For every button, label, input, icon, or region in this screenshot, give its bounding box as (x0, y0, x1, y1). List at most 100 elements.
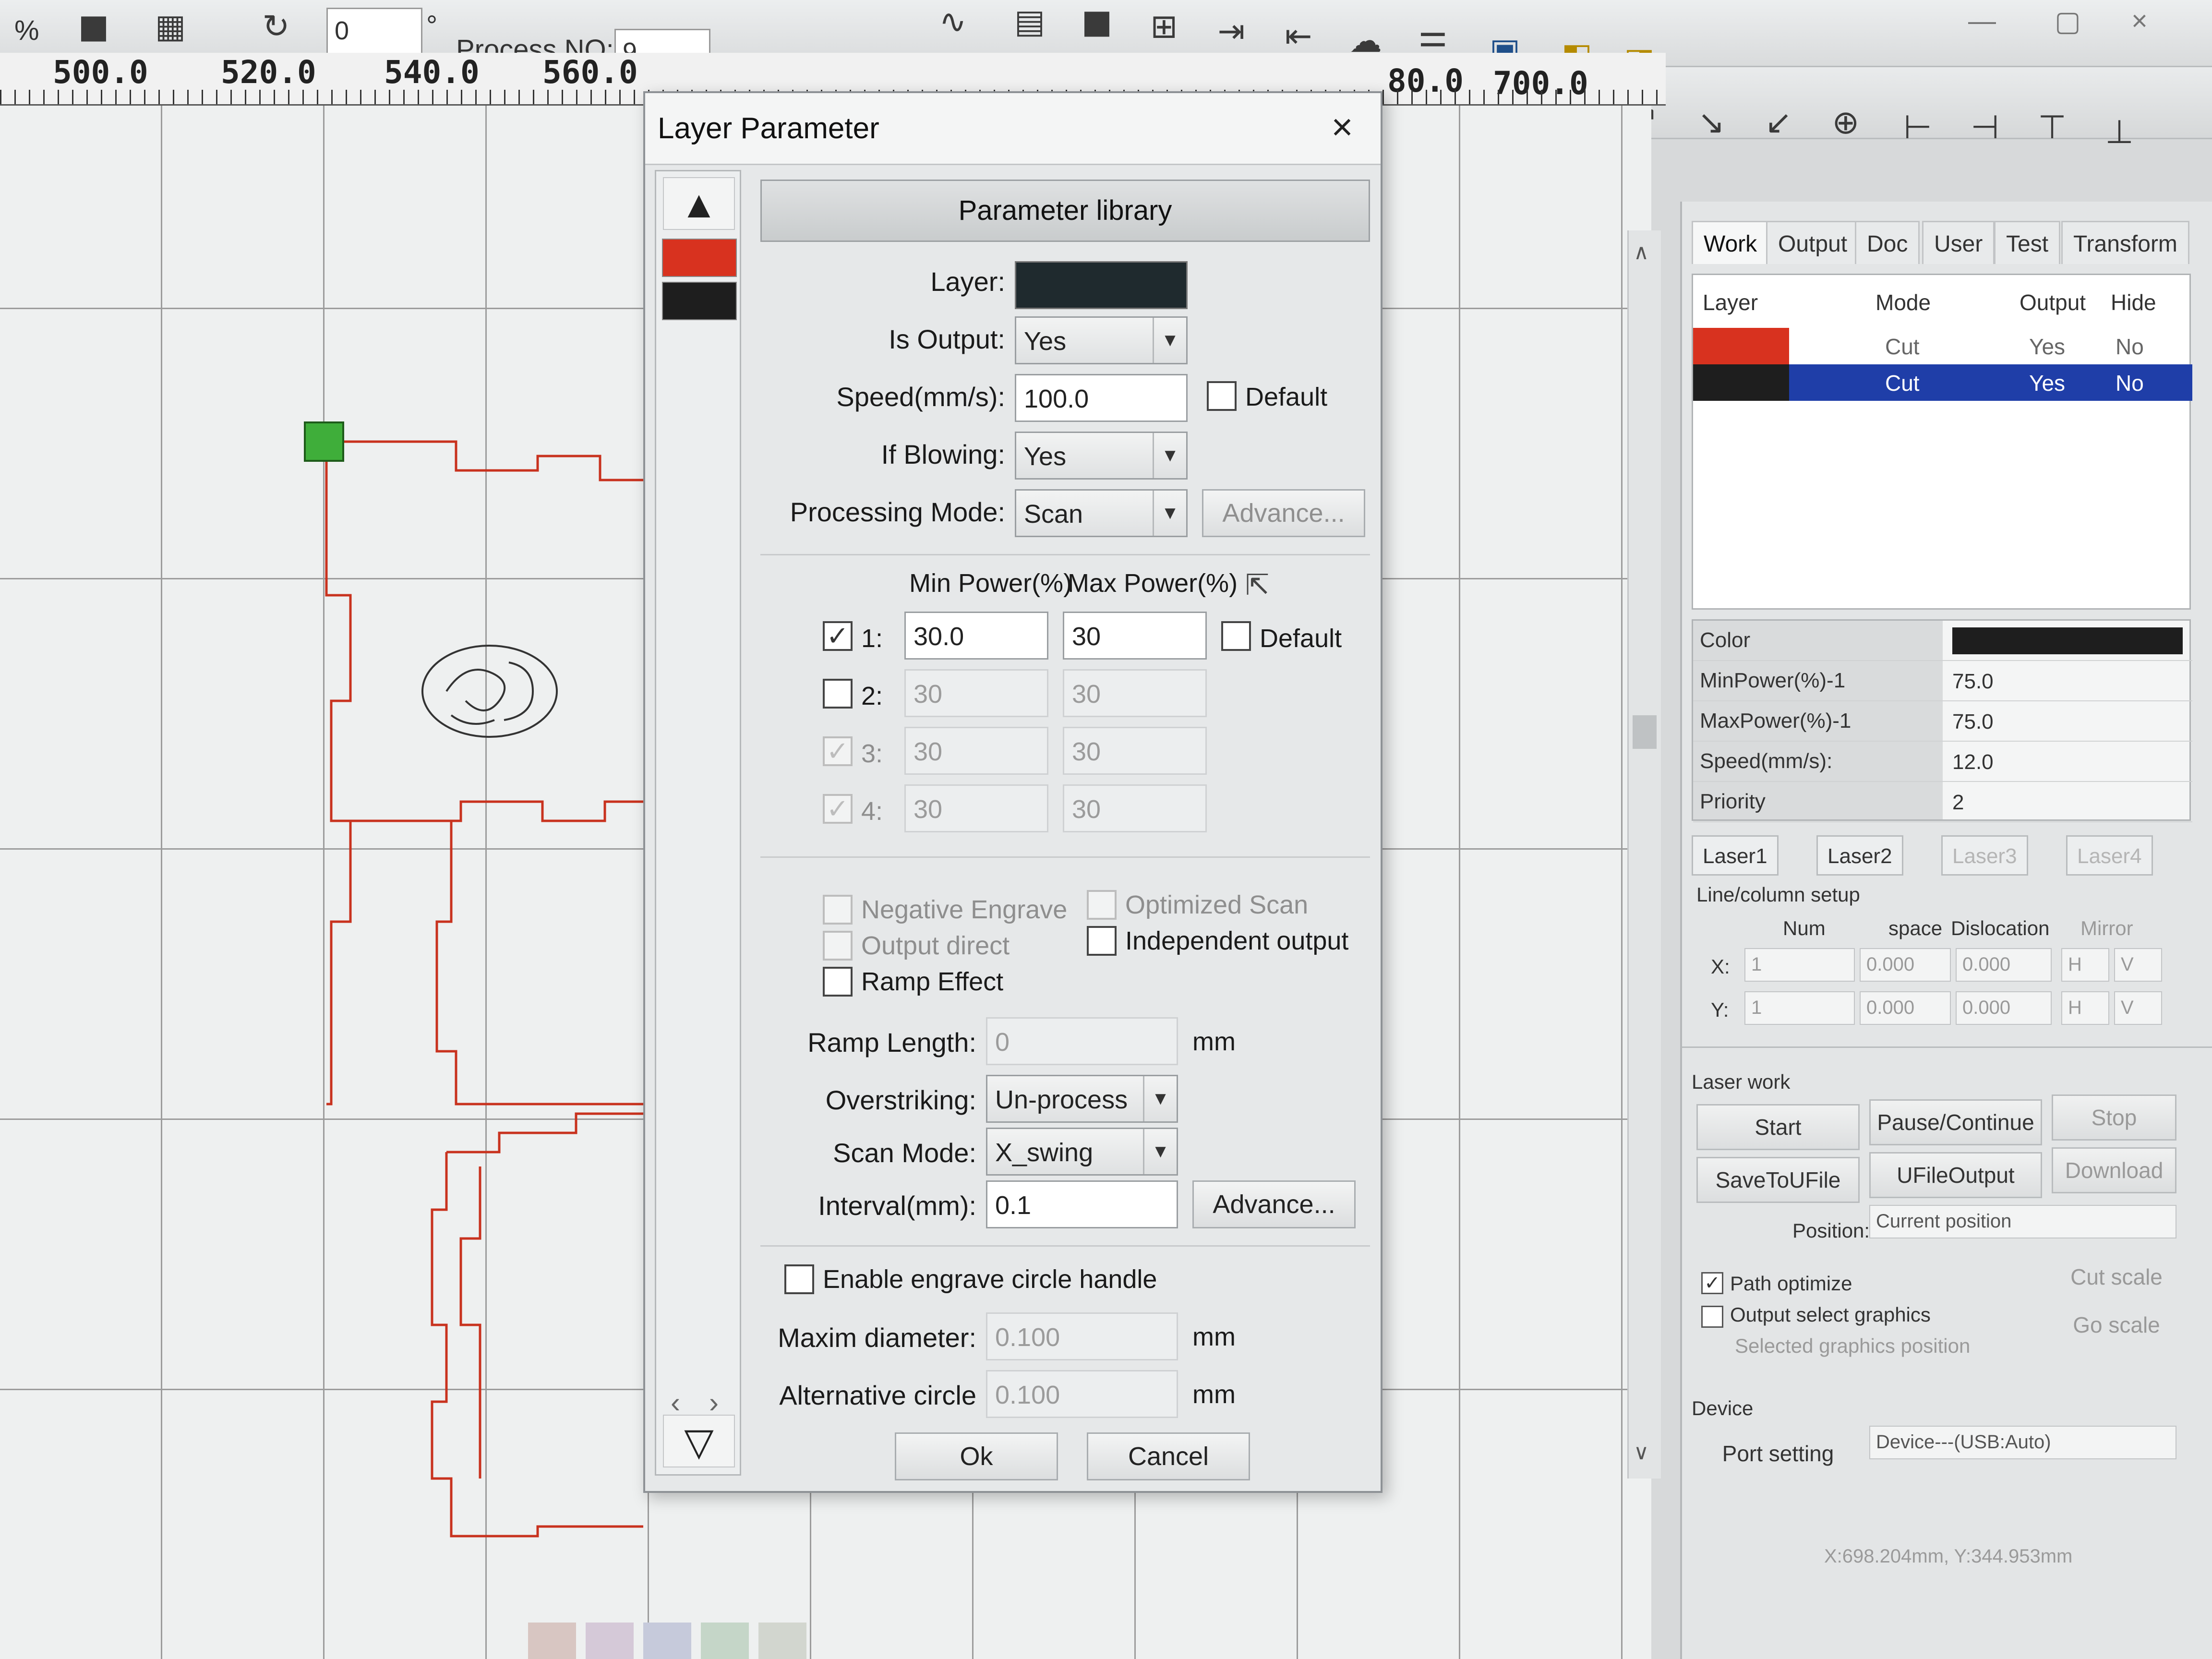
align-v-icon[interactable]: ⇤ (1277, 14, 1320, 58)
go-scale-button[interactable]: Go scale (2056, 1306, 2176, 1344)
chevron-left-icon[interactable]: ‹ (671, 1386, 680, 1419)
palette-swatch[interactable] (586, 1623, 634, 1659)
output-select-graphics-checkbox[interactable] (1701, 1306, 1723, 1328)
layer-output[interactable]: Yes (2029, 334, 2065, 360)
bitmap-icon[interactable]: ▤ (1008, 0, 1051, 43)
ok-button[interactable]: Ok (895, 1432, 1058, 1480)
ufile-output-button[interactable]: UFileOutput (1869, 1152, 2042, 1198)
tab-output[interactable]: Output (1766, 221, 1860, 264)
power-row-1-checkbox[interactable]: ✓ (823, 621, 853, 651)
tab-work[interactable]: Work (1692, 221, 1769, 264)
property-value[interactable]: 75.0 (1952, 710, 1994, 734)
palette-swatch[interactable] (528, 1623, 576, 1659)
align-h-icon[interactable]: ⇥ (1210, 10, 1253, 53)
layer-color-swatch[interactable] (1015, 261, 1188, 309)
scan-advance-button[interactable]: Advance... (1192, 1180, 1356, 1228)
speed-input[interactable]: 100.0 (1015, 374, 1188, 422)
stop-button[interactable]: Stop (2052, 1094, 2176, 1141)
power-row-2-max-input[interactable]: 30 (1063, 669, 1207, 717)
lc-mirror-h-x[interactable]: H (2061, 948, 2109, 982)
scroll-down-icon[interactable]: ∨ (1634, 1440, 1649, 1465)
lc-dislocation-x[interactable]: 0.000 (1956, 948, 2052, 982)
independent-output-checkbox[interactable] (1087, 926, 1117, 956)
layer-swatch-black[interactable] (662, 282, 737, 320)
canvas-vertical-scrollbar[interactable]: ∧ ∨ (1627, 230, 1661, 1479)
processing-mode-select[interactable]: Scan ▼ (1015, 489, 1188, 537)
move-down-icon[interactable]: ⊥ (2098, 110, 2141, 154)
layer-table-row-selected[interactable]: Cut Yes No (1693, 364, 2192, 401)
if-blowing-select[interactable]: Yes ▼ (1015, 432, 1188, 480)
dialog-titlebar[interactable]: Layer Parameter × (645, 93, 1381, 165)
speed-default-checkbox[interactable] (1207, 381, 1237, 411)
processing-advance-button[interactable]: Advance... (1202, 489, 1365, 537)
lc-mirror-v-y[interactable]: V (2114, 991, 2162, 1025)
lc-num-y[interactable]: 1 (1744, 991, 1855, 1025)
grid-icon[interactable]: ▦ (149, 5, 192, 48)
power-row-2-min-input[interactable]: 30 (904, 669, 1048, 717)
lc-dislocation-y[interactable]: 0.000 (1956, 991, 2052, 1025)
power-row-1-min-input[interactable]: 30.0 (904, 612, 1048, 660)
close-icon[interactable]: × (1323, 108, 1361, 146)
move-center-icon[interactable]: ⊕ (1824, 101, 1867, 144)
fill-icon[interactable]: ■ (72, 5, 115, 48)
property-color-swatch[interactable] (1952, 627, 2183, 654)
lc-mirror-h-y[interactable]: H (2061, 991, 2109, 1025)
tab-doc[interactable]: Doc (1855, 221, 1920, 264)
move-bottom-right-icon[interactable]: ↘ (1690, 101, 1733, 144)
save-to-ufile-button[interactable]: SaveToUFile (1696, 1157, 1860, 1203)
position-select[interactable]: Current position (1869, 1205, 2176, 1238)
device-select[interactable]: Device---(USB:Auto) (1869, 1426, 2176, 1459)
power-row-1-max-input[interactable]: 30 (1063, 612, 1207, 660)
parameter-library-button[interactable]: Parameter library (760, 180, 1370, 242)
power-row-2-checkbox[interactable] (823, 679, 853, 709)
property-value[interactable]: 12.0 (1952, 750, 1994, 774)
chevron-down-icon[interactable]: ▼ (1143, 1129, 1177, 1174)
chevron-down-icon[interactable]: ▼ (1143, 1076, 1177, 1121)
scan-mode-select[interactable]: X_swing ▼ (986, 1128, 1178, 1176)
property-value[interactable]: 2 (1952, 791, 1964, 815)
tab-user[interactable]: User (1922, 221, 1995, 264)
layer-hide[interactable]: No (2116, 370, 2144, 396)
property-value[interactable]: 75.0 (1952, 670, 1994, 694)
scroll-down-icon[interactable]: ▽ (663, 1415, 735, 1467)
scroll-up-icon[interactable]: ▲ (663, 177, 735, 230)
palette-swatch[interactable] (701, 1623, 749, 1659)
overstriking-select[interactable]: Un-process ▼ (986, 1075, 1178, 1123)
rotate-icon[interactable]: ↻ (254, 5, 298, 48)
lc-mirror-v-x[interactable]: V (2114, 948, 2162, 982)
start-button[interactable]: Start (1696, 1104, 1860, 1150)
interval-input[interactable]: 0.1 (986, 1180, 1178, 1228)
curve-icon[interactable]: ∿ (931, 0, 974, 43)
tab-test[interactable]: Test (1994, 221, 2061, 264)
port-setting-button[interactable]: Port setting (1696, 1431, 1860, 1477)
move-left-icon[interactable]: ⊢ (1896, 106, 1939, 149)
enable-circle-checkbox[interactable] (784, 1264, 814, 1294)
node-icon[interactable]: ⊞ (1142, 5, 1186, 48)
chevron-down-icon[interactable]: ▼ (1153, 491, 1186, 536)
palette-swatch[interactable] (758, 1623, 806, 1659)
tab-transform[interactable]: Transform (2061, 221, 2189, 264)
layer-hide[interactable]: No (2116, 334, 2144, 360)
chevron-down-icon[interactable]: ▼ (1153, 433, 1186, 478)
cancel-button[interactable]: Cancel (1087, 1432, 1250, 1480)
chevron-down-icon[interactable]: ▼ (1153, 318, 1186, 363)
tab-laser1[interactable]: Laser1 (1692, 835, 1779, 876)
layer-table-row[interactable]: Cut Yes No (1693, 328, 2192, 364)
layer-swatch-red[interactable] (662, 239, 737, 277)
cut-scale-button[interactable]: Cut scale (2056, 1258, 2176, 1296)
minimize-icon[interactable]: — (1968, 5, 1996, 37)
tab-laser2[interactable]: Laser2 (1816, 835, 1903, 876)
move-right-icon[interactable]: ⊣ (1963, 106, 2007, 149)
lc-num-x[interactable]: 1 (1744, 948, 1855, 982)
palette-swatch[interactable] (643, 1623, 691, 1659)
ramp-effect-checkbox[interactable] (823, 967, 853, 997)
layer-output[interactable]: Yes (2029, 370, 2065, 396)
window-close-icon[interactable]: × (2131, 5, 2148, 37)
lc-space-y[interactable]: 0.000 (1860, 991, 1951, 1025)
maximize-icon[interactable]: ▢ (2055, 5, 2081, 37)
download-button[interactable]: Download (2052, 1147, 2176, 1193)
chevron-right-icon[interactable]: › (709, 1386, 719, 1419)
pause-continue-button[interactable]: Pause/Continue (1869, 1099, 2042, 1145)
rectangle-icon[interactable]: ■ (1075, 0, 1118, 43)
angle-input[interactable]: 0 (326, 8, 422, 56)
